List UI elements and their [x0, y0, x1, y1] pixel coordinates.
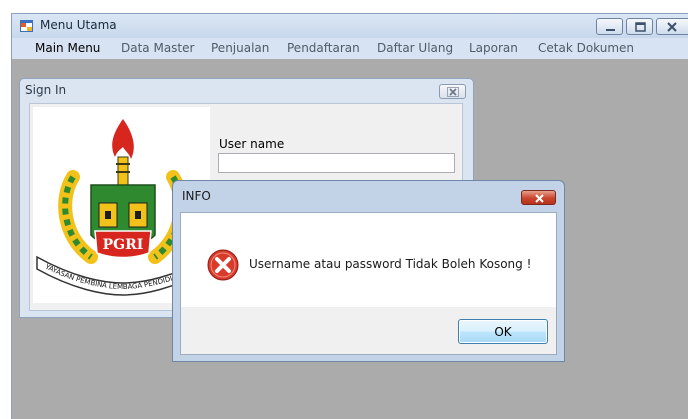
- menu-item-penjualan[interactable]: Penjualan: [211, 41, 269, 55]
- info-dialog-title: INFO: [182, 189, 211, 203]
- minimize-button[interactable]: [596, 18, 623, 35]
- username-label: User name: [219, 137, 285, 151]
- menu-item-pendaftaran[interactable]: Pendaftaran: [287, 41, 360, 55]
- info-close-button[interactable]: [521, 190, 556, 205]
- username-input[interactable]: [218, 153, 455, 173]
- menu-item-cetak-dokumen[interactable]: Cetak Dokumen: [538, 41, 634, 55]
- maximize-button[interactable]: [626, 18, 653, 35]
- close-icon: [667, 22, 677, 32]
- info-dialog-body: Username atau password Tidak Boleh Koson…: [180, 212, 557, 355]
- menu-item-main-menu[interactable]: Main Menu: [35, 41, 100, 55]
- ok-button[interactable]: OK: [458, 319, 548, 344]
- message-area: Username atau password Tidak Boleh Koson…: [181, 213, 556, 307]
- info-dialog: INFO Username atau password Tidak Boleh …: [172, 180, 565, 362]
- menu-item-data-master[interactable]: Data Master: [121, 41, 194, 55]
- maximize-icon: [635, 22, 646, 32]
- menu-item-laporan[interactable]: Laporan: [469, 41, 518, 55]
- app-icon: [20, 20, 33, 32]
- logo-acronym: PGRI: [103, 237, 144, 253]
- error-message: Username atau password Tidak Boleh Koson…: [249, 257, 532, 271]
- signin-close-button[interactable]: [439, 84, 466, 99]
- main-title-bar[interactable]: Menu Utama: [12, 14, 688, 38]
- error-icon: [207, 249, 239, 281]
- window-title: Menu Utama: [40, 18, 117, 32]
- signin-title: Sign In: [25, 83, 67, 97]
- close-icon: [535, 194, 544, 203]
- ok-button-label: OK: [494, 325, 512, 339]
- menu-item-daftar-ulang[interactable]: Daftar Ulang: [377, 41, 453, 55]
- close-button[interactable]: [656, 18, 688, 35]
- close-icon: [447, 87, 459, 97]
- minimize-icon: [606, 29, 615, 31]
- menu-bar: Main Menu Data Master Penjualan Pendafta…: [12, 38, 688, 59]
